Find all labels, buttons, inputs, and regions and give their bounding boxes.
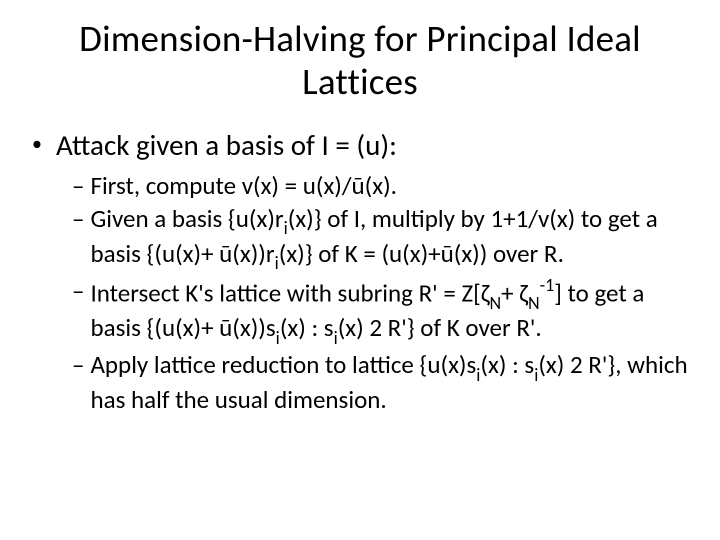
bullet-level1: • Attack given a basis of I = (u): xyxy=(28,127,692,163)
bullet-level2-text: Intersect K's lattice with subring R' = … xyxy=(90,276,692,348)
slide: Dimension-Halving for Principal Ideal La… xyxy=(0,0,720,437)
text-frag: + ζ xyxy=(501,277,528,308)
text-frag: Apply lattice reduction to lattice {u(x)… xyxy=(90,349,476,380)
text-frag: ): xyxy=(380,127,397,163)
subscript: i xyxy=(534,364,538,386)
subscript: i xyxy=(275,252,279,274)
subscript: N xyxy=(490,292,502,314)
superscript: -1 xyxy=(540,274,555,296)
element-of-symbol: 2 xyxy=(369,312,382,343)
text-frag: (x)} of K = (u(x)+ū(x)) over R. xyxy=(279,238,564,269)
text-frag: Attack given a basis of I = ( xyxy=(56,127,365,163)
bullet-level2: – Apply lattice reduction to lattice {u(… xyxy=(28,350,692,415)
subscript: i xyxy=(476,364,480,386)
bullet-level2-text: Given a basis {u(x)ri(x)} of I, multiply… xyxy=(90,204,692,274)
text-frag: u xyxy=(365,127,380,163)
bullet-level2: – Intersect K's lattice with subring R' … xyxy=(28,276,692,348)
text-frag: (x) : s xyxy=(480,349,534,380)
text-frag: (x) xyxy=(538,349,570,380)
text-frag: Given a basis {u(x)r xyxy=(90,203,283,234)
subscript: i xyxy=(334,327,338,349)
bullet-dot-icon: • xyxy=(32,134,42,154)
subscript: N xyxy=(528,292,540,314)
bullet-level2-text: Apply lattice reduction to lattice {u(x)… xyxy=(90,350,692,415)
dash-icon: – xyxy=(72,171,84,202)
text-frag: (x) xyxy=(338,312,370,343)
slide-title: Dimension-Halving for Principal Ideal La… xyxy=(28,18,692,103)
text-frag: u(x)/ū(x). xyxy=(303,170,397,201)
bullet-level1-text: Attack given a basis of I = (u): xyxy=(56,127,397,163)
element-of-symbol: 2 xyxy=(570,349,583,380)
bullet-level2: – Given a basis {u(x)ri(x)} of I, multip… xyxy=(28,204,692,274)
dash-icon: – xyxy=(72,350,84,381)
text-frag: R'} of K over R'. xyxy=(382,312,542,343)
text-frag: Intersect K's lattice with subring R' = … xyxy=(90,277,489,308)
bullet-level2: – First, compute v(x) = u(x)/ū(x). xyxy=(28,171,692,202)
dash-icon: – xyxy=(72,204,84,235)
text-frag: (x) : s xyxy=(280,312,334,343)
text-frag: First, compute v(x) = xyxy=(90,170,302,201)
bullet-level2-text: First, compute v(x) = u(x)/ū(x). xyxy=(90,171,692,202)
dash-icon: – xyxy=(72,276,84,307)
subscript: i xyxy=(276,327,280,349)
subscript: i xyxy=(284,217,288,239)
